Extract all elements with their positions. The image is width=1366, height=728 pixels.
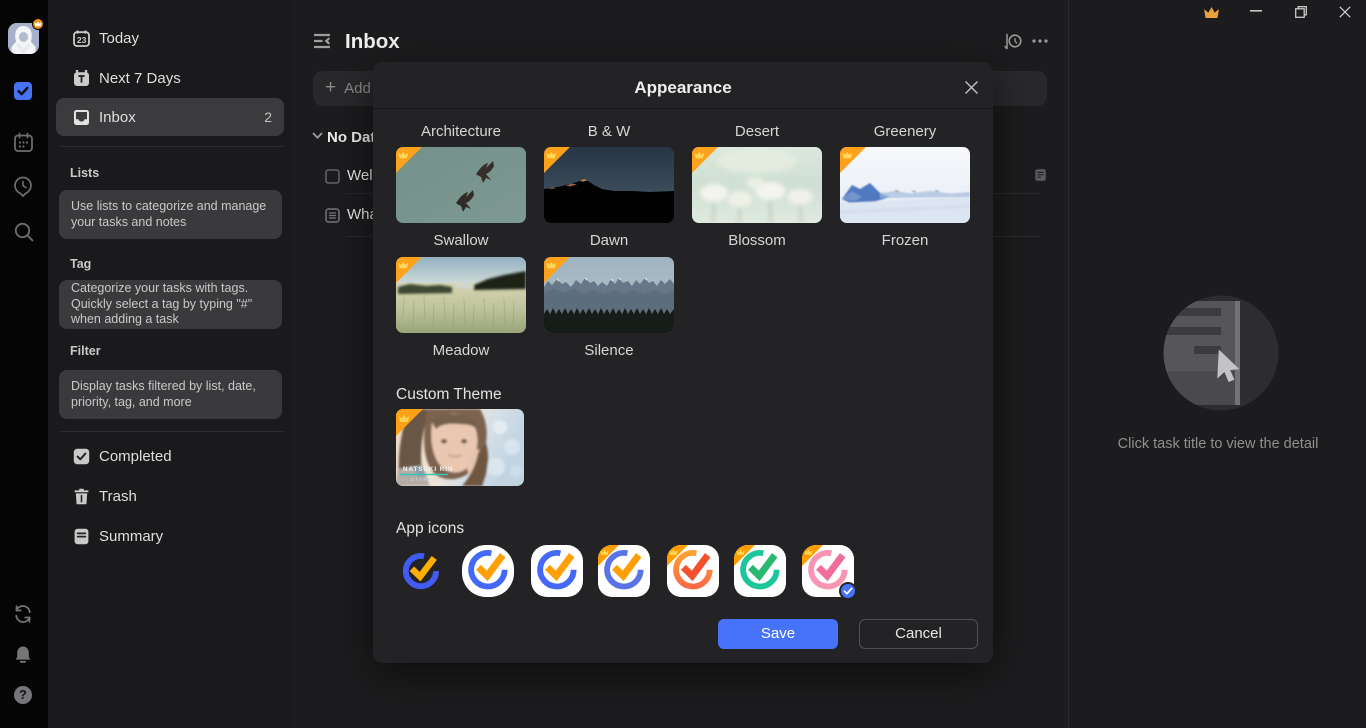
- svg-text:23: 23: [77, 35, 87, 45]
- svg-text:NATSUKI RIN: NATSUKI RIN: [403, 466, 453, 473]
- svg-text:?: ?: [19, 688, 27, 702]
- svg-text:STARRING: STARRING: [411, 477, 445, 482]
